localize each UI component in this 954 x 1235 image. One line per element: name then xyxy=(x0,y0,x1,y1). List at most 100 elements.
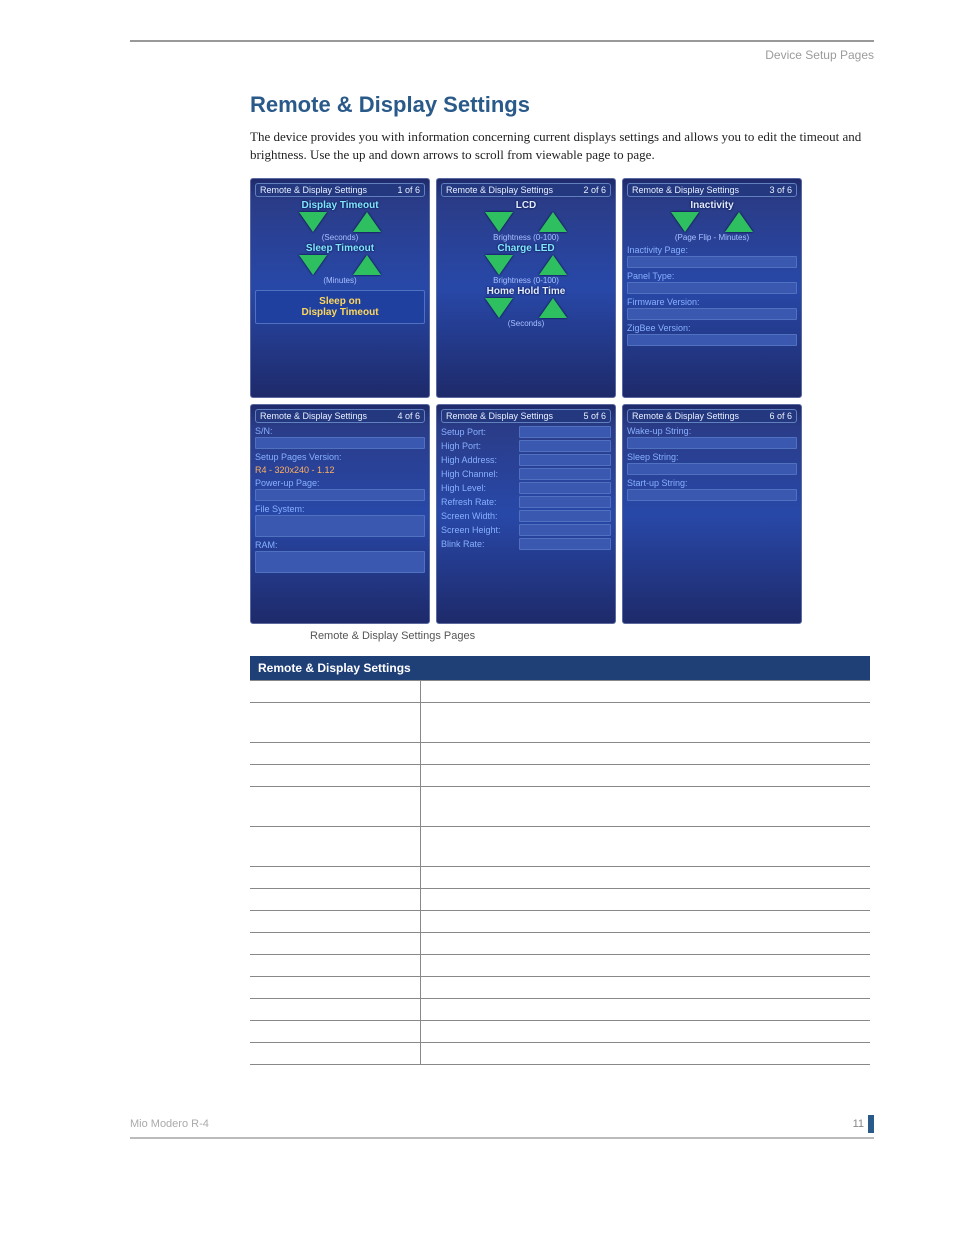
inactivity-page-label: Inactivity Page: xyxy=(627,245,797,255)
file-system-label: File System: xyxy=(255,504,425,514)
table-row xyxy=(250,911,870,933)
arrow-down-icon[interactable] xyxy=(671,212,699,232)
table-cell-key xyxy=(250,977,420,999)
screen5-field-value xyxy=(519,538,611,550)
screen5-field-value xyxy=(519,440,611,452)
lcd-label: LCD xyxy=(441,200,611,211)
sleep-timeout-label: Sleep Timeout xyxy=(255,243,425,254)
table-cell-key xyxy=(250,955,420,977)
screen6-field-label: Start-up String: xyxy=(627,478,797,488)
table-cell-value xyxy=(420,681,870,703)
zigbee-version-value xyxy=(627,334,797,346)
inactivity-label: Inactivity xyxy=(627,200,797,211)
screen5-field-label: Screen Height: xyxy=(441,525,516,535)
screen5-field-value xyxy=(519,454,611,466)
table-cell-value xyxy=(420,955,870,977)
table-row xyxy=(250,703,870,743)
sleep-timeout-units: (Minutes) xyxy=(255,276,425,285)
screen-page: 5 of 6 xyxy=(583,411,606,421)
screen-6: Remote & Display Settings6 of 6 Wake-up … xyxy=(622,404,802,624)
table-row xyxy=(250,1021,870,1043)
table-row xyxy=(250,743,870,765)
table-row xyxy=(250,933,870,955)
table-cell-value xyxy=(420,867,870,889)
screen-title: Remote & Display Settings xyxy=(632,185,739,195)
screen6-field-value xyxy=(627,437,797,449)
table-row xyxy=(250,955,870,977)
table-cell-key xyxy=(250,1021,420,1043)
table-cell-key xyxy=(250,889,420,911)
table-cell-value xyxy=(420,889,870,911)
sleep-on-display-timeout-button[interactable]: Sleep on Display Timeout xyxy=(255,290,425,324)
table-row xyxy=(250,1043,870,1065)
arrow-up-icon[interactable] xyxy=(539,255,567,275)
table-cell-value xyxy=(420,743,870,765)
arrow-down-icon[interactable] xyxy=(485,212,513,232)
screen5-field-label: High Address: xyxy=(441,455,516,465)
table-cell-key xyxy=(250,867,420,889)
charge-led-label: Charge LED xyxy=(441,243,611,254)
figure-caption: Remote & Display Settings Pages xyxy=(310,630,874,642)
screen-title: Remote & Display Settings xyxy=(446,411,553,421)
screen5-field-label: Setup Port: xyxy=(441,427,516,437)
screen-5: Remote & Display Settings 5 of 6 Setup Po… xyxy=(436,404,616,624)
header-section-label: Device Setup Pages xyxy=(130,48,874,62)
footer-page-number: 11 xyxy=(853,1118,864,1130)
screen5-field-value xyxy=(519,496,611,508)
screen-2: Remote & Display Settings2 of 6 LCD Brig… xyxy=(436,178,616,398)
table-cell-value xyxy=(420,765,870,787)
powerup-page-value xyxy=(255,489,425,501)
powerup-page-label: Power-up Page: xyxy=(255,478,425,488)
screen-title: Remote & Display Settings xyxy=(446,185,553,195)
arrow-down-icon[interactable] xyxy=(485,255,513,275)
display-timeout-label: Display Timeout xyxy=(255,200,425,211)
table-row xyxy=(250,999,870,1021)
home-hold-label: Home Hold Time xyxy=(441,286,611,297)
screen6-field-label: Wake-up String: xyxy=(627,426,797,436)
arrow-up-icon[interactable] xyxy=(539,212,567,232)
table-row xyxy=(250,827,870,867)
display-timeout-units: (Seconds) xyxy=(255,233,425,242)
screen5-field-label: High Channel: xyxy=(441,469,516,479)
home-hold-units: (Seconds) xyxy=(441,319,611,328)
lcd-units: Brightness (0-100) xyxy=(441,233,611,242)
table-row xyxy=(250,765,870,787)
table-cell-value xyxy=(420,827,870,867)
arrow-up-icon[interactable] xyxy=(725,212,753,232)
table-cell-key xyxy=(250,999,420,1021)
arrow-down-icon[interactable] xyxy=(299,255,327,275)
screen5-field-value xyxy=(519,524,611,536)
table-cell-value xyxy=(420,1021,870,1043)
table-row xyxy=(250,977,870,999)
table-row xyxy=(250,867,870,889)
arrow-down-icon[interactable] xyxy=(485,298,513,318)
zigbee-version-label: ZigBee Version: xyxy=(627,323,797,333)
table-cell-value xyxy=(420,1043,870,1065)
table-cell-key xyxy=(250,787,420,827)
arrow-up-icon[interactable] xyxy=(539,298,567,318)
arrow-up-icon[interactable] xyxy=(353,255,381,275)
settings-table: Remote & Display Settings xyxy=(250,656,870,1065)
table-cell-value xyxy=(420,911,870,933)
footer-accent-icon xyxy=(868,1115,874,1133)
table-row xyxy=(250,787,870,827)
table-cell-key xyxy=(250,765,420,787)
arrow-up-icon[interactable] xyxy=(353,212,381,232)
setup-pages-version-label: Setup Pages Version: xyxy=(255,452,425,462)
table-cell-key xyxy=(250,743,420,765)
screen5-field-value xyxy=(519,482,611,494)
table-cell-value xyxy=(420,787,870,827)
arrow-down-icon[interactable] xyxy=(299,212,327,232)
firmware-version-label: Firmware Version: xyxy=(627,297,797,307)
screen-3: Remote & Display Settings3 of 6 Inactivi… xyxy=(622,178,802,398)
screen5-field-label: High Level: xyxy=(441,483,516,493)
screen6-field-label: Sleep String: xyxy=(627,452,797,462)
screen-page: 4 of 6 xyxy=(397,411,420,421)
panel-type-value xyxy=(627,282,797,294)
table-cell-key xyxy=(250,911,420,933)
screen5-field-label: High Port: xyxy=(441,441,516,451)
page-title: Remote & Display Settings xyxy=(250,92,874,118)
table-cell-key xyxy=(250,681,420,703)
ram-label: RAM: xyxy=(255,540,425,550)
charge-led-units: Brightness (0-100) xyxy=(441,276,611,285)
